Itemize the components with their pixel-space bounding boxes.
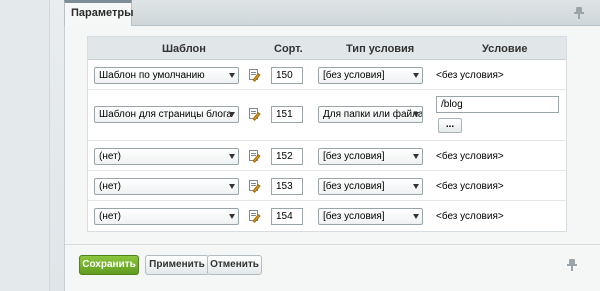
template-select[interactable]: (нет) [94,148,239,165]
browse-button[interactable]: ... [438,118,462,133]
table-row: Шаблон для страницы блога 151 Для папки … [88,91,566,141]
condition-path-input[interactable]: /blog [436,96,559,113]
condition-type-select[interactable]: [без условия] [318,178,423,195]
edit-template-icon[interactable] [249,69,261,82]
cancel-button[interactable]: Отменить [207,255,262,275]
left-sidebar-strip [0,0,50,291]
chevron-down-icon [229,112,235,117]
condition-type-select[interactable]: [без условия] [318,67,423,84]
template-select[interactable]: (нет) [94,208,239,225]
sort-input[interactable]: 150 [271,67,303,84]
table-header: Шаблон Сорт. Тип условия Условие [88,37,566,60]
template-select[interactable]: Шаблон по умолчанию [94,67,239,84]
chevron-down-icon [229,214,235,219]
edit-template-icon[interactable] [249,210,261,223]
edit-template-icon[interactable] [249,150,261,163]
condition-text: <без условия> [436,211,504,222]
edit-template-icon[interactable] [249,108,261,121]
sort-input[interactable]: 154 [271,208,303,225]
condition-type-select[interactable]: Для папки или файла [318,106,423,123]
chevron-down-icon [413,73,419,78]
condition-text: <без условия> [436,70,504,81]
condition-type-select[interactable]: [без условия] [318,208,423,225]
pin-icon[interactable] [567,259,577,271]
chevron-down-icon [413,214,419,219]
table-row: Шаблон по умолчанию 150 [без условия] <б… [88,61,566,90]
chevron-down-icon [229,73,235,78]
header-template: Шаблон [162,43,206,55]
table-row: (нет) 153 [без условия] <без условия> [88,172,566,201]
header-sort: Сорт. [274,43,303,55]
pin-icon[interactable] [574,7,584,19]
parameters-panel: Шаблон Сорт. Тип условия Условие Шаблон … [64,26,600,291]
template-select[interactable]: Шаблон для страницы блога [94,106,239,123]
chevron-down-icon [229,154,235,159]
sort-input[interactable]: 152 [271,148,303,165]
footer-divider [65,244,600,245]
chevron-down-icon [413,184,419,189]
condition-text: <без условия> [436,181,504,192]
table-row: (нет) 152 [без условия] <без условия> [88,142,566,171]
tab-bar: Параметры [64,0,600,27]
condition-text: <без условия> [436,151,504,162]
table-row: (нет) 154 [без условия] <без условия> [88,202,566,231]
chevron-down-icon [229,184,235,189]
chevron-down-icon [413,154,419,159]
apply-button[interactable]: Применить [145,255,209,275]
templates-table: Шаблон Сорт. Тип условия Условие Шаблон … [87,36,567,232]
condition-type-select[interactable]: [без условия] [318,148,423,165]
sort-input[interactable]: 151 [271,106,303,123]
window-background: Параметры Шаблон Сорт. Тип условия Услов… [0,0,600,291]
header-condition-type: Тип условия [346,43,415,55]
header-condition: Условие [482,43,528,55]
edit-template-icon[interactable] [249,180,261,193]
save-button[interactable]: Сохранить [79,255,139,275]
sort-input[interactable]: 153 [271,178,303,195]
tab-parameters[interactable]: Параметры [64,0,133,27]
template-select[interactable]: (нет) [94,178,239,195]
chevron-down-icon [413,112,419,117]
